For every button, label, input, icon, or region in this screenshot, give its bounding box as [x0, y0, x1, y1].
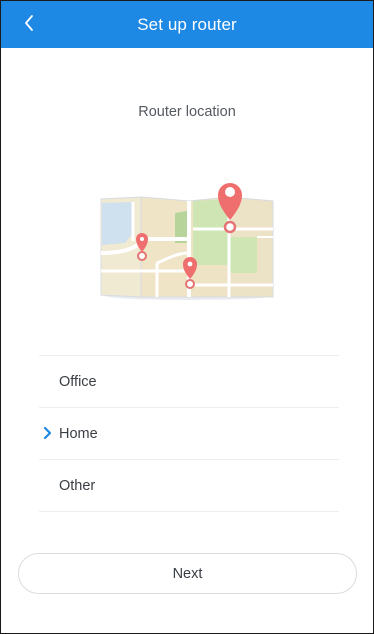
section-title: Router location	[138, 104, 236, 120]
next-button-label: Next	[172, 565, 203, 582]
screen: Set up router Router location Office Hom…	[0, 0, 374, 634]
location-list: Office Home Other	[39, 355, 339, 512]
page-title: Set up router	[137, 14, 237, 34]
location-label: Office	[59, 373, 97, 390]
map-illustration	[97, 173, 281, 303]
chevron-left-icon	[25, 15, 33, 31]
location-option-office[interactable]: Office	[39, 356, 339, 408]
map-icon	[100, 183, 274, 300]
next-button[interactable]: Next	[18, 553, 357, 594]
chevron-right-icon	[43, 426, 52, 440]
back-button[interactable]	[15, 9, 43, 37]
location-option-other[interactable]: Other	[39, 460, 339, 512]
location-label: Home	[59, 425, 98, 442]
location-option-home[interactable]: Home	[39, 408, 339, 460]
app-header: Set up router	[1, 1, 373, 48]
location-label: Other	[59, 477, 96, 494]
